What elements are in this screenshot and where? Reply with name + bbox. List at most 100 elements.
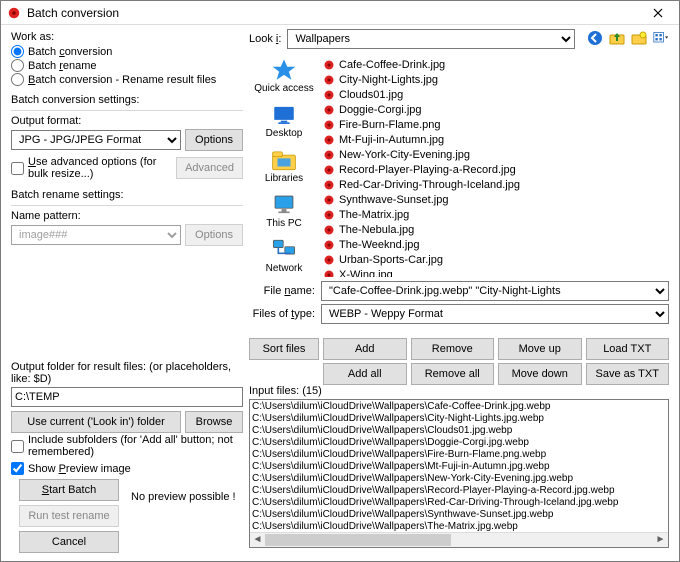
place-network[interactable]: Network — [249, 235, 319, 278]
view-menu-icon[interactable] — [653, 30, 669, 49]
input-file-path[interactable]: C:\Users\dilum\iCloudDrive\Wallpapers\Ne… — [252, 473, 666, 485]
place-label: Desktop — [266, 128, 303, 139]
sort-files-button[interactable]: Sort files — [249, 338, 319, 360]
use-advanced-checkbox-input[interactable] — [11, 162, 24, 175]
left-column: Work as: Batch conversion Batch rename B… — [11, 29, 243, 246]
file-item[interactable]: Clouds01.jpg — [323, 87, 665, 102]
file-name-label: File name: — [249, 285, 315, 297]
file-item[interactable]: Cafe-Coffee-Drink.jpg — [323, 57, 665, 72]
file-item[interactable]: Doggie-Corgi.jpg — [323, 102, 665, 117]
input-file-path[interactable]: C:\Users\dilum\iCloudDrive\Wallpapers\Re… — [252, 497, 666, 509]
place-quick-access[interactable]: Quick access — [249, 55, 319, 98]
move-down-button[interactable]: Move down — [498, 363, 582, 385]
use-advanced-checkbox[interactable]: Use advanced options (for bulk resize...… — [11, 156, 172, 180]
file-item-label: The-Weeknd.jpg — [339, 239, 420, 251]
places-bar: Quick access Desktop Libraries This PC N… — [249, 55, 319, 277]
include-subfolders-label: Include subfolders (for 'Add all' button… — [28, 434, 243, 458]
file-item[interactable]: Synthwave-Sunset.jpg — [323, 192, 665, 207]
file-item[interactable]: City-Night-Lights.jpg — [323, 72, 665, 87]
look-in-select[interactable]: Wallpapers — [287, 29, 575, 49]
input-file-path[interactable]: C:\Users\dilum\iCloudDrive\Wallpapers\Do… — [252, 437, 666, 449]
input-files-label: Input files: (15) — [249, 385, 322, 397]
file-item[interactable]: The-Nebula.jpg — [323, 222, 665, 237]
add-all-button[interactable]: Add all — [323, 363, 407, 385]
place-label: Network — [266, 263, 303, 274]
place-desktop[interactable]: Desktop — [249, 100, 319, 143]
scroll-right-arrow[interactable]: ► — [653, 533, 668, 548]
file-item[interactable]: New-York-City-Evening.jpg — [323, 147, 665, 162]
new-folder-icon[interactable] — [631, 30, 647, 49]
output-format-label: Output format: — [11, 115, 243, 127]
show-preview-label: Show Preview image — [28, 463, 131, 475]
file-name-select[interactable]: "Cafe-Coffee-Drink.jpg.webp" "City-Night… — [321, 281, 669, 301]
lower-left-checks: Include subfolders (for 'Add all' button… — [11, 433, 243, 476]
file-item-label: Urban-Sports-Car.jpg — [339, 254, 443, 266]
batch-rename-settings-label: Batch rename settings: — [11, 189, 243, 201]
file-item[interactable]: Mt-Fuji-in-Autumn.jpg — [323, 132, 665, 147]
show-preview-checkbox[interactable]: Show Preview image — [11, 462, 243, 475]
radio-batch-rename-input[interactable] — [11, 59, 24, 72]
input-file-path[interactable]: C:\Users\dilum\iCloudDrive\Wallpapers\Fi… — [252, 449, 666, 461]
move-up-button[interactable]: Move up — [498, 338, 582, 360]
input-file-path[interactable]: C:\Users\dilum\iCloudDrive\Wallpapers\Ca… — [252, 401, 666, 413]
file-item[interactable]: Record-Player-Playing-a-Record.jpg — [323, 162, 665, 177]
place-this-pc[interactable]: This PC — [249, 190, 319, 233]
scroll-track[interactable] — [265, 533, 653, 547]
scroll-thumb[interactable] — [265, 534, 451, 546]
save-txt-button[interactable]: Save as TXT — [586, 363, 670, 385]
input-file-path[interactable]: C:\Users\dilum\iCloudDrive\Wallpapers\Re… — [252, 485, 666, 497]
file-item[interactable]: X-Wing.jpg — [323, 267, 665, 277]
file-item[interactable]: The-Weeknd.jpg — [323, 237, 665, 252]
file-item-label: X-Wing.jpg — [339, 269, 393, 278]
use-current-button[interactable]: Use current ('Look in') folder — [11, 411, 181, 433]
up-icon[interactable] — [609, 30, 625, 49]
file-item-label: The-Nebula.jpg — [339, 224, 414, 236]
input-file-path[interactable]: C:\Users\dilum\iCloudDrive\Wallpapers\Mt… — [252, 461, 666, 473]
include-subfolders-input[interactable] — [11, 440, 24, 453]
file-item[interactable]: Red-Car-Driving-Through-Iceland.jpg — [323, 177, 665, 192]
input-files-list[interactable]: C:\Users\dilum\iCloudDrive\Wallpapers\Ca… — [249, 399, 669, 548]
file-browser: Look i: Wallpapers Quick access Deskto — [249, 29, 669, 327]
output-folder-input[interactable] — [11, 387, 243, 407]
load-txt-button[interactable]: Load TXT — [586, 338, 670, 360]
radio-batch-conversion-input[interactable] — [11, 45, 24, 58]
remove-all-button[interactable]: Remove all — [411, 363, 495, 385]
file-item-label: New-York-City-Evening.jpg — [339, 149, 470, 161]
files-of-type-select[interactable]: WEBP - Weppy Format — [321, 304, 669, 324]
show-preview-input[interactable] — [11, 462, 24, 475]
add-button[interactable]: Add — [323, 338, 407, 360]
divider-2 — [11, 205, 243, 206]
radio-batch-rename[interactable]: Batch rename — [11, 59, 243, 72]
file-item-label: Red-Car-Driving-Through-Iceland.jpg — [339, 179, 520, 191]
file-item[interactable]: Urban-Sports-Car.jpg — [323, 252, 665, 267]
app-icon — [7, 6, 21, 20]
options-button[interactable]: Options — [185, 129, 243, 151]
horizontal-scrollbar[interactable]: ◄ ► — [250, 532, 668, 547]
remove-button[interactable]: Remove — [411, 338, 495, 360]
browse-button[interactable]: Browse — [185, 411, 243, 433]
dialog: Batch conversion Work as: Batch conversi… — [0, 0, 680, 562]
place-libraries[interactable]: Libraries — [249, 145, 319, 188]
input-file-path[interactable]: C:\Users\dilum\iCloudDrive\Wallpapers\Ci… — [252, 413, 666, 425]
include-subfolders-checkbox[interactable]: Include subfolders (for 'Add all' button… — [11, 434, 243, 458]
input-file-path[interactable]: C:\Users\dilum\iCloudDrive\Wallpapers\Sy… — [252, 509, 666, 521]
cancel-button[interactable]: Cancel — [19, 531, 119, 553]
file-item[interactable]: Fire-Burn-Flame.png — [323, 117, 665, 132]
file-item-label: Doggie-Corgi.jpg — [339, 104, 422, 116]
file-item[interactable]: The-Matrix.jpg — [323, 207, 665, 222]
file-list[interactable]: Cafe-Coffee-Drink.jpgCity-Night-Lights.j… — [319, 55, 669, 277]
back-icon[interactable] — [587, 30, 603, 49]
radio-batch-conversion[interactable]: Batch conversion — [11, 45, 243, 58]
close-button[interactable] — [643, 3, 673, 23]
file-item-label: Fire-Burn-Flame.png — [339, 119, 440, 131]
output-format-select[interactable]: JPG - JPG/JPEG Format — [11, 130, 181, 150]
place-label: Quick access — [254, 83, 313, 94]
name-pattern-select: image### — [11, 225, 181, 245]
start-batch-button[interactable]: Start Batch — [19, 479, 119, 501]
input-file-path[interactable]: C:\Users\dilum\iCloudDrive\Wallpapers\Cl… — [252, 425, 666, 437]
scroll-left-arrow[interactable]: ◄ — [250, 533, 265, 548]
radio-batch-both-input[interactable] — [11, 73, 24, 86]
radio-batch-both[interactable]: Batch conversion - Rename result files — [11, 73, 243, 86]
run-test-rename-button: Run test rename — [19, 505, 119, 527]
use-advanced-label: Use advanced options (for bulk resize...… — [28, 156, 172, 180]
